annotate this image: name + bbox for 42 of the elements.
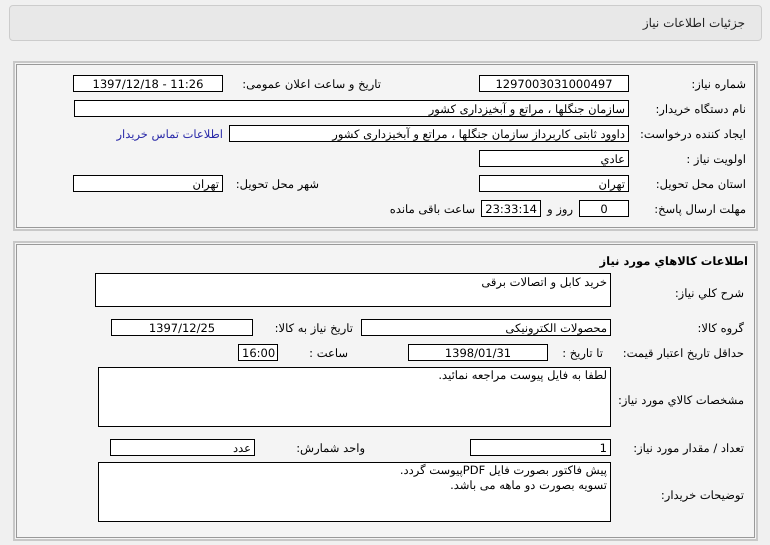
value-field: 1398/01/31 xyxy=(408,344,548,361)
value-field: خرید کابل و اتصالات برقی xyxy=(95,273,611,307)
value-field: 0 xyxy=(579,200,629,217)
field-label: مشخصات کالاي مورد نیاز: xyxy=(616,393,745,407)
field-label: ساعت باقی مانده xyxy=(388,202,476,216)
value-field: 1 xyxy=(470,439,611,456)
value-field: 1297003031000497 xyxy=(479,75,629,92)
field-label: حداقل تاریخ اعتبار قیمت: xyxy=(622,346,745,360)
field-label: ایجاد کننده درخواست: xyxy=(639,126,747,140)
value-field: تهران xyxy=(479,175,629,192)
field-label: واحد شمارش: xyxy=(295,440,366,454)
value-field: عدد xyxy=(110,439,255,456)
field-label: تعداد / مقدار مورد نیاز: xyxy=(632,440,745,454)
value-field: 23:33:14 xyxy=(481,200,542,217)
value-field: محصولات الکترونیکی xyxy=(361,319,611,336)
field-label: اولویت نیاز : xyxy=(685,152,747,166)
field-label: شماره نیاز: xyxy=(690,76,747,90)
field-label: تاریخ نیاز به کالا: xyxy=(274,320,354,334)
value-field: تهران xyxy=(73,175,223,192)
value-field: 1397/12/18 - 11:26 xyxy=(73,75,223,92)
field-label: تا تاریخ : xyxy=(561,346,604,360)
field-label: توضیحات خریدار: xyxy=(660,488,745,502)
field-label: مهلت ارسال پاسخ: xyxy=(653,202,747,216)
value-field: 1397/12/25 xyxy=(111,319,253,336)
note-line: تسویه بصورت دو ماهه می باشد. xyxy=(449,478,607,493)
page-title: جزئیات اطلاعات نیاز xyxy=(642,16,745,30)
buyer-contact-link[interactable]: اطلاعات تماس خریدار xyxy=(116,126,223,140)
value-field: لطفا به فایل پیوست مراجعه نمائید. xyxy=(98,367,611,427)
field-label: استان محل تحویل: xyxy=(654,176,747,190)
value-field: 16:00 xyxy=(238,344,278,361)
field-label: نام دستگاه خریدار: xyxy=(654,102,747,116)
field-label: روز و xyxy=(546,202,574,216)
value-field: عادي xyxy=(479,150,629,167)
note-line: پیش فاکتور بصورت فایل PDFپیوست گردد. xyxy=(398,463,607,478)
field-label: گروه کالا: xyxy=(696,320,745,334)
field-label: شهر محل تحویل: xyxy=(234,176,320,190)
field-label: شرح کلي نیاز: xyxy=(674,286,745,300)
field-label: تاریخ و ساعت اعلان عمومی: xyxy=(241,76,382,90)
value-field: سازمان جنگلها ، مراتع و آبخیزداری کشور xyxy=(74,100,629,117)
section-heading: اطلاعات کالاهاي مورد نیاز xyxy=(598,253,749,270)
field-label: ساعت : xyxy=(308,346,349,360)
value-field: داوود ثابتی کاربرداز سازمان جنگلها ، مراتع و آبخیزداری کشور xyxy=(229,125,629,142)
